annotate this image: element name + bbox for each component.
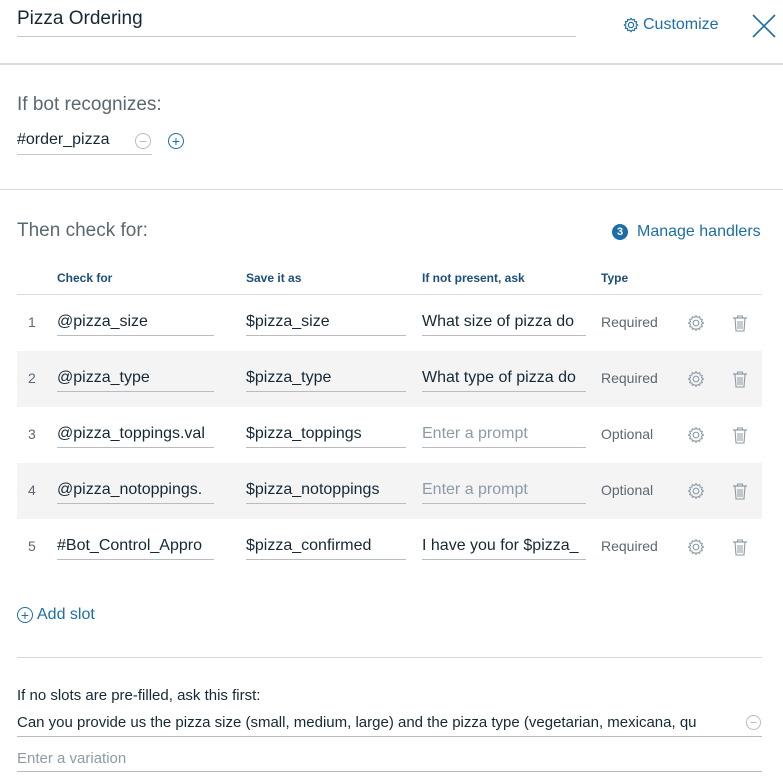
gear-icon[interactable] (687, 482, 705, 500)
slot-type[interactable]: Required (601, 314, 658, 330)
variation-placeholder[interactable]: Enter a variation (17, 748, 126, 770)
recognizes-heading: If bot recognizes: (17, 94, 162, 115)
close-icon[interactable] (750, 12, 778, 40)
prompt-input[interactable]: I have you for $pizza_ (422, 532, 586, 560)
save-as-input[interactable]: $pizza_toppings (246, 420, 406, 448)
slot-type[interactable]: Required (601, 370, 658, 386)
plus-circle-icon: + (17, 607, 33, 623)
header-divider (0, 63, 783, 65)
check-for-input[interactable]: #Bot_Control_Appro (57, 532, 214, 560)
trash-icon[interactable] (731, 426, 749, 444)
section-divider (0, 189, 783, 190)
section-divider (17, 657, 762, 658)
trash-icon[interactable] (731, 370, 749, 388)
slot-type[interactable]: Optional (601, 482, 653, 498)
column-header-save-as: Save it as (246, 271, 302, 285)
row-number: 4 (28, 482, 36, 498)
handlers-count-badge: 3 (612, 224, 628, 240)
minus-circle-icon[interactable]: − (135, 133, 151, 149)
row-number: 5 (28, 538, 36, 554)
manage-handlers-button[interactable]: 3 Manage handlers (612, 221, 761, 243)
prompt-input[interactable]: Enter a prompt (422, 420, 586, 448)
slot-type[interactable]: Optional (601, 426, 653, 442)
check-for-input[interactable]: @pizza_size (57, 308, 214, 336)
trash-icon[interactable] (731, 314, 749, 332)
minus-circle-icon[interactable]: − (746, 715, 761, 730)
slot-row: 4 @pizza_notoppings. $pizza_notoppings E… (17, 463, 762, 519)
prompt-input[interactable]: What size of pizza do (422, 308, 586, 336)
customize-button[interactable]: Customize (623, 14, 719, 36)
check-for-heading: Then check for: (17, 220, 148, 241)
skill-title[interactable]: Pizza Ordering (17, 6, 576, 32)
row-number: 1 (28, 314, 36, 330)
save-as-input[interactable]: $pizza_size (246, 308, 406, 336)
gear-icon[interactable] (687, 314, 705, 332)
prompt-input[interactable]: What type of pizza do (422, 364, 586, 392)
save-as-input[interactable]: $pizza_type (246, 364, 406, 392)
prefill-text[interactable]: Can you provide us the pizza size (small… (17, 712, 743, 734)
slot-type[interactable]: Required (601, 538, 658, 554)
column-header-ask: If not present, ask (422, 271, 525, 285)
check-for-input[interactable]: @pizza_toppings.val (57, 420, 214, 448)
gear-icon (623, 17, 639, 33)
prefill-input[interactable]: Can you provide us the pizza size (small… (17, 710, 762, 737)
check-for-input[interactable]: @pizza_type (57, 364, 214, 392)
manage-handlers-label: Manage handlers (637, 223, 761, 240)
check-for-input[interactable]: @pizza_notoppings. (57, 476, 214, 504)
trash-icon[interactable] (731, 482, 749, 500)
customize-label: Customize (643, 16, 719, 33)
prefill-label: If no slots are pre-filled, ask this fir… (17, 687, 261, 704)
slot-row: 3 @pizza_toppings.val $pizza_toppings En… (17, 407, 762, 463)
save-as-input[interactable]: $pizza_confirmed (246, 532, 406, 560)
column-header-check-for: Check for (57, 271, 113, 285)
condition-input[interactable]: #order_pizza (17, 127, 152, 155)
prompt-input[interactable]: Enter a prompt (422, 476, 586, 504)
save-as-input[interactable]: $pizza_notoppings (246, 476, 406, 504)
gear-icon[interactable] (687, 538, 705, 556)
skill-title-field[interactable]: Pizza Ordering (17, 6, 576, 37)
add-slot-button[interactable]: + Add slot (17, 604, 95, 626)
row-number: 2 (28, 370, 36, 386)
slot-row: 1 @pizza_size $pizza_size What size of p… (17, 295, 762, 351)
row-number: 3 (28, 426, 36, 442)
trash-icon[interactable] (731, 538, 749, 556)
variation-input[interactable]: Enter a variation (17, 745, 762, 772)
plus-circle-icon[interactable]: + (168, 133, 184, 149)
add-slot-label: Add slot (37, 606, 95, 623)
column-header-type: Type (601, 271, 629, 285)
gear-icon[interactable] (687, 426, 705, 444)
gear-icon[interactable] (687, 370, 705, 388)
slot-row: 2 @pizza_type $pizza_type What type of p… (17, 351, 762, 407)
slot-row: 5 #Bot_Control_Appro $pizza_confirmed I … (17, 519, 762, 575)
condition-value[interactable]: #order_pizza (17, 127, 152, 153)
